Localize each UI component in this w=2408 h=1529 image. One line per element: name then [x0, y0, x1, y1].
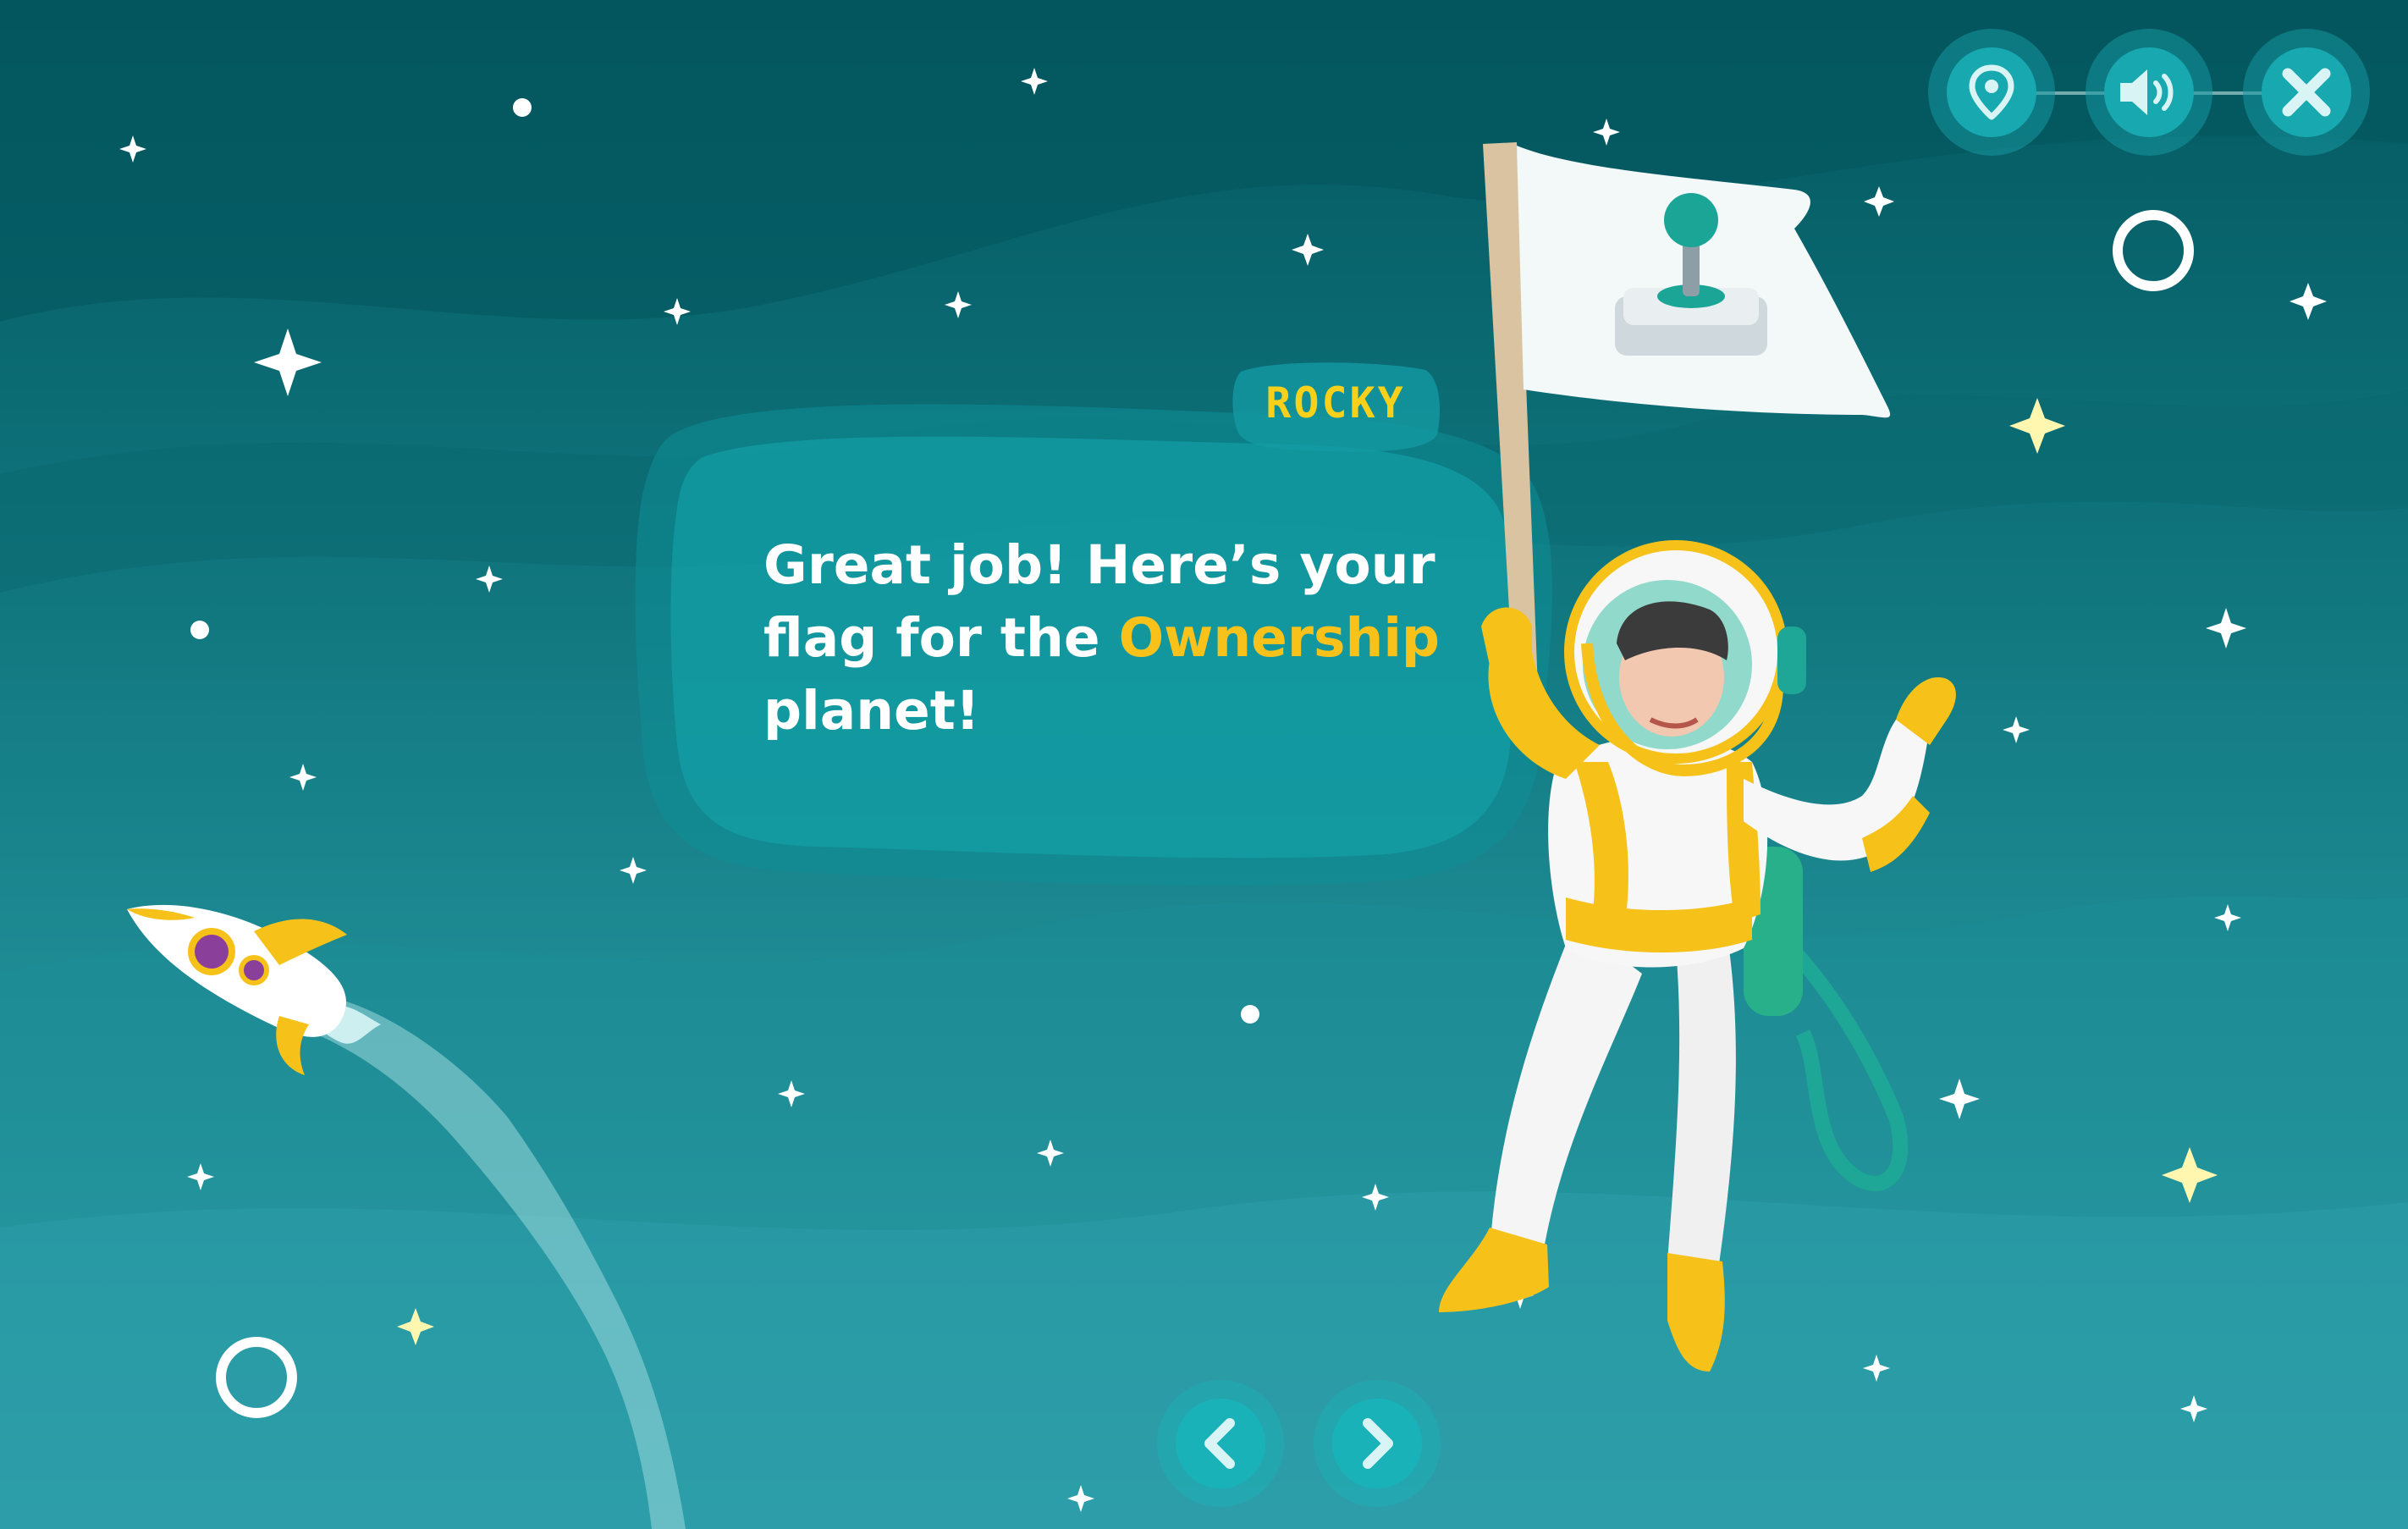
- game-scene: ROCKY Great job! Here’s your flag for th…: [0, 0, 2408, 1529]
- star-sparkle: [254, 328, 322, 396]
- ring: [2113, 210, 2194, 291]
- star-sparkle: [2180, 1395, 2207, 1422]
- star-dot: [513, 98, 532, 117]
- star-glow: [2009, 398, 2065, 454]
- dialogue-highlight: Ownership: [1118, 607, 1441, 669]
- star-sparkle: [1067, 1485, 1094, 1512]
- flag: [1517, 146, 1891, 418]
- star-sparkle: [2214, 904, 2241, 931]
- speaker-tag: ROCKY: [1226, 353, 1446, 459]
- star-dot: [190, 621, 209, 639]
- star-sparkle: [1021, 68, 1048, 95]
- star-sparkle: [2290, 283, 2327, 320]
- speaker-name: ROCKY: [1265, 378, 1406, 428]
- astronaut-character: [1439, 142, 1956, 1372]
- star-sparkle: [1292, 234, 1324, 266]
- star-sparkle: [2206, 608, 2246, 649]
- star-sparkle: [1037, 1140, 1064, 1167]
- next-button[interactable]: [1314, 1380, 1441, 1507]
- rocket-trail: [313, 999, 686, 1529]
- star-sparkle: [664, 298, 691, 325]
- close-icon: [2282, 68, 2331, 117]
- sound-button[interactable]: [2086, 29, 2212, 156]
- chevron-right-icon: [1363, 1418, 1393, 1469]
- star-sparkle: [476, 566, 503, 593]
- star-sparkle: [1362, 1184, 1389, 1211]
- star-dot: [1241, 1005, 1259, 1024]
- close-button[interactable]: [2243, 29, 2370, 156]
- star-sparkle: [119, 135, 146, 163]
- dialogue-text: Great job! Here’s your flag for the Owne…: [763, 529, 1441, 748]
- speaker-icon: [2120, 69, 2174, 115]
- map-pin-icon: [1969, 64, 2014, 120]
- chevron-left-icon: [1204, 1418, 1235, 1469]
- rocket-icon: [127, 904, 686, 1529]
- star-sparkle: [945, 291, 972, 318]
- dialogue-text-after: planet!: [763, 680, 980, 742]
- prev-button[interactable]: [1157, 1380, 1284, 1507]
- star-sparkle: [289, 764, 317, 791]
- star-glow: [2162, 1147, 2218, 1203]
